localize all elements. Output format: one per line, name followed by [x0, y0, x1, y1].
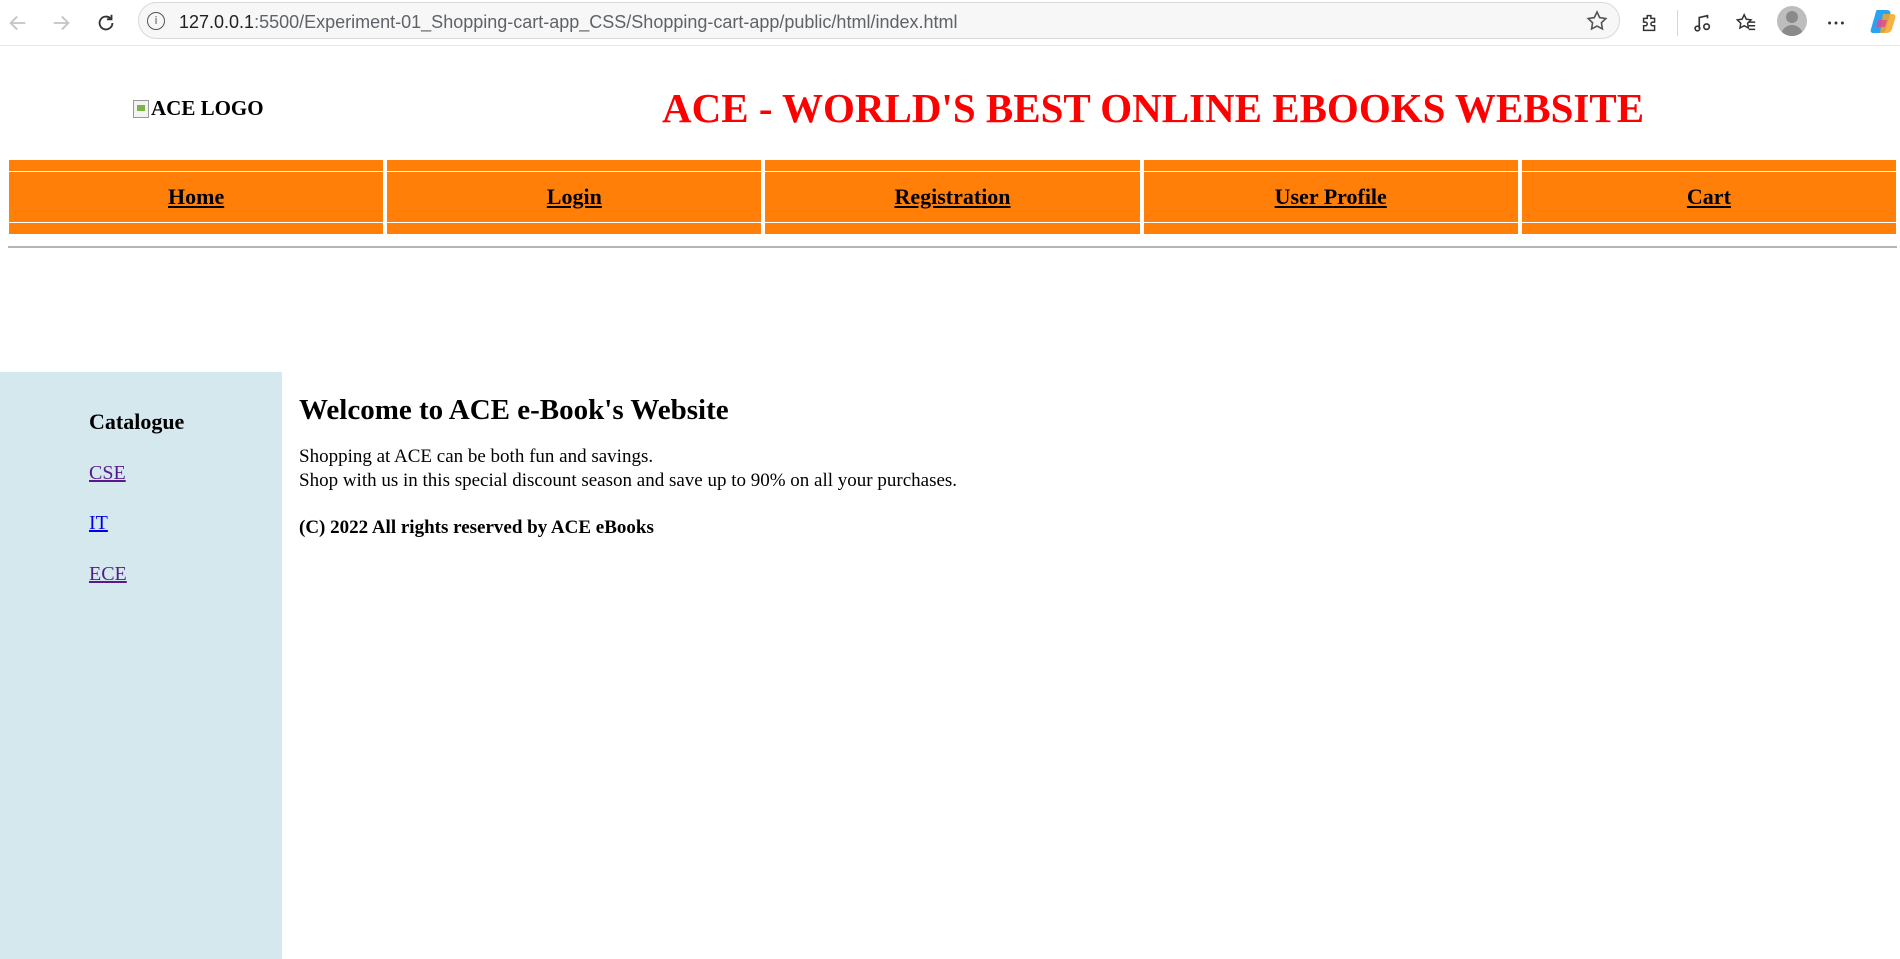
- catalogue-link-ece[interactable]: ECE: [89, 563, 127, 586]
- url-text[interactable]: 127.0.0.1:5500/Experiment-01_Shopping-ca…: [179, 12, 957, 33]
- favorites-button[interactable]: [1730, 7, 1762, 39]
- intro-paragraph: Shopping at ACE can be both fun and savi…: [299, 445, 957, 493]
- profile-icon[interactable]: [1777, 6, 1807, 36]
- address-bar[interactable]: i 127.0.0.1:5500/Experiment-01_Shopping-…: [138, 2, 1620, 39]
- media-icon: [1694, 14, 1711, 32]
- back-button[interactable]: [3, 8, 33, 38]
- media-button[interactable]: [1686, 7, 1718, 39]
- page-content: ACE LOGO ACE - WORLD'S BEST ONLINE EBOOK…: [0, 46, 1900, 959]
- nav-item-user-profile: User Profile: [1142, 159, 1519, 235]
- nav-link-login[interactable]: Login: [547, 184, 602, 210]
- nav-link-registration[interactable]: Registration: [894, 184, 1010, 210]
- toolbar-separator: [1677, 10, 1678, 36]
- intro-line-2: Shop with us in this special discount se…: [299, 470, 958, 491]
- catalogue-title: Catalogue: [89, 409, 185, 434]
- copyright-text: (C) 2022 All rights reserved by ACE eBoo…: [299, 517, 654, 538]
- catalogue-link-cse[interactable]: CSE: [89, 462, 126, 485]
- nav-item-registration: Registration: [764, 159, 1141, 235]
- copilot-icon[interactable]: [1869, 6, 1897, 36]
- main-content: Welcome to ACE e-Book's Website Shopping…: [299, 394, 957, 539]
- main-nav: Home Login Registration User Profile Car…: [8, 159, 1898, 235]
- back-arrow-icon: [9, 15, 26, 31]
- favorite-star-icon[interactable]: [1585, 9, 1609, 33]
- horizontal-divider: [8, 246, 1897, 248]
- logo-alt-text: ACE LOGO: [151, 96, 264, 120]
- more-button[interactable]: [1820, 7, 1852, 39]
- reload-button[interactable]: [91, 8, 121, 38]
- url-path: :5500/Experiment-01_Shopping-cart-app_CS…: [254, 12, 958, 32]
- browser-toolbar: i 127.0.0.1:5500/Experiment-01_Shopping-…: [0, 0, 1900, 46]
- nav-link-cart[interactable]: Cart: [1687, 184, 1731, 210]
- nav-item-home: Home: [8, 159, 385, 235]
- extensions-icon: [1642, 14, 1656, 32]
- broken-image-icon: [133, 99, 149, 118]
- site-logo: ACE LOGO: [133, 96, 264, 121]
- more-icon: [1828, 21, 1844, 25]
- favorites-icon: [1735, 13, 1756, 31]
- forward-arrow-icon: [53, 15, 70, 31]
- nav-link-user-profile[interactable]: User Profile: [1275, 184, 1387, 210]
- nav-item-login: Login: [386, 159, 763, 235]
- catalogue-link-it[interactable]: IT: [89, 512, 108, 535]
- url-host: 127.0.0.1: [179, 12, 255, 32]
- welcome-heading: Welcome to ACE e-Book's Website: [299, 394, 729, 426]
- extensions-button[interactable]: [1634, 7, 1666, 39]
- forward-button[interactable]: [46, 8, 76, 38]
- site-title: ACE - WORLD'S BEST ONLINE EBOOKS WEBSITE: [662, 85, 1645, 131]
- nav-link-home[interactable]: Home: [168, 184, 224, 210]
- site-info-icon[interactable]: i: [147, 12, 165, 30]
- catalogue-sidebar: Catalogue CSE IT ECE: [0, 372, 282, 959]
- nav-item-cart: Cart: [1520, 159, 1898, 235]
- reload-icon: [98, 14, 114, 31]
- intro-line-1: Shopping at ACE can be both fun and savi…: [299, 446, 654, 467]
